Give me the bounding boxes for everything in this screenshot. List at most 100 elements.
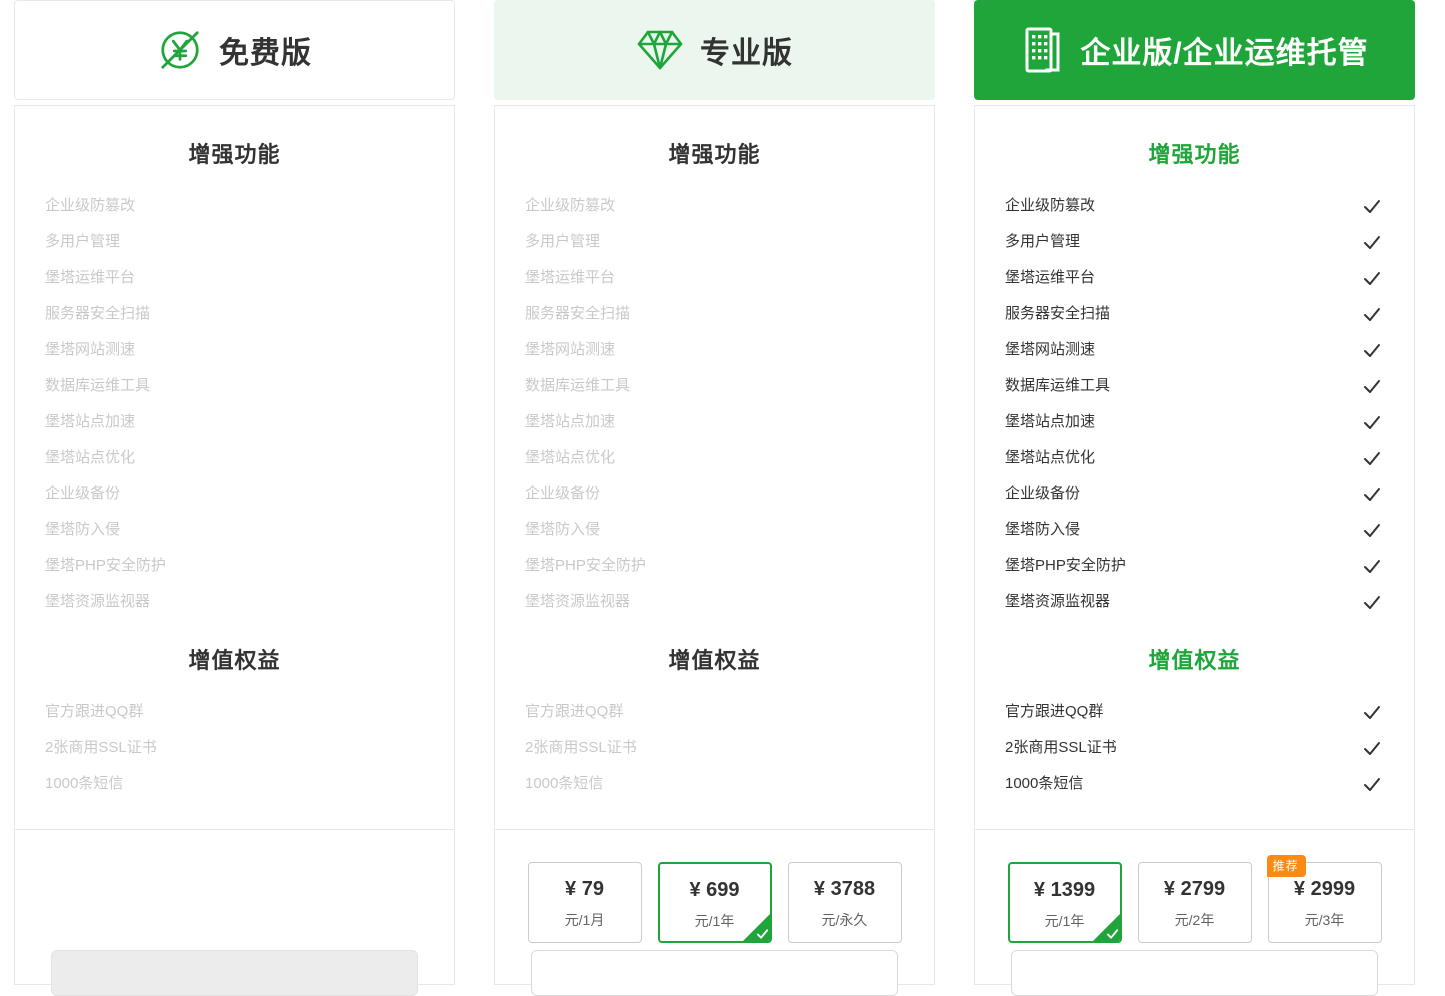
buy-button-cutoff[interactable] [1011,950,1378,996]
feature-item: 堡塔运维平台 [1005,260,1384,296]
feature-item: 堡塔站点加速 [1005,404,1384,440]
benefit-item: 1000条短信 [45,775,124,792]
price-amount: ¥ 2999 [1293,878,1356,900]
plan-header-enterprise: 企业版/企业运维托管 [974,0,1415,100]
feature-item: 堡塔运维平台 [45,269,136,286]
features-area: 增强功能 企业级防篡改 多用户管理 堡塔运维平台 服务器安全扫描 堡塔网站测速 … [975,106,1414,830]
features-area: 增强功能 企业级防篡改 多用户管理 堡塔运维平台 服务器安全扫描 堡塔网站测速 … [495,106,934,830]
features-area: 增强功能 企业级防篡改 多用户管理 堡塔运维平台 服务器安全扫描 堡塔网站测速 … [15,106,454,830]
feature-list: 企业级防篡改 多用户管理 堡塔运维平台 服务器安全扫描 堡塔网站测速 数据库运维… [975,188,1414,620]
feature-item: 多用户管理 [525,233,601,250]
price-amount: ¥ 3788 [813,878,876,900]
benefit-item: 1000条短信 [1005,766,1384,802]
check-icon [1364,706,1380,719]
feature-item: 堡塔PHP安全防护 [1005,548,1384,584]
feature-item: 数据库运维工具 [45,377,151,394]
plan-body-pro: 增强功能 企业级防篡改 多用户管理 堡塔运维平台 服务器安全扫描 堡塔网站测速 … [494,105,935,996]
feature-list: 企业级防篡改 多用户管理 堡塔运维平台 服务器安全扫描 堡塔网站测速 数据库运维… [495,188,934,620]
price-area: ¥ 1399 元/1年 ¥ 2799 元/2年 推荐 ¥ 2999 元/3年 [975,830,1414,996]
feature-item: 服务器安全扫描 [45,305,151,322]
price-option[interactable]: ¥ 1399 元/1年 [1007,862,1122,943]
plan-body-enterprise: 增强功能 企业级防篡改 多用户管理 堡塔运维平台 服务器安全扫描 堡塔网站测速 … [974,105,1415,996]
plan-header-free: 免费版 [14,0,455,100]
section-title-features: 增强功能 [668,142,761,167]
feature-item: 堡塔资源监视器 [525,593,631,610]
plan-title: 企业版/企业运维托管 [1080,37,1369,70]
price-amount: ¥ 699 [689,879,740,901]
feature-item: 堡塔网站测速 [525,341,616,358]
buy-button-cutoff[interactable] [531,950,898,996]
buy-button-cutoff[interactable] [51,950,418,996]
section-title-features: 增强功能 [188,142,281,167]
feature-item: 堡塔防入侵 [1005,512,1384,548]
diamond-icon [637,30,683,70]
plan-column-pro: 专业版 增强功能 企业级防篡改 多用户管理 堡塔运维平台 服务器安全扫描 堡塔网… [494,0,935,996]
benefit-item: 2张商用SSL证书 [1005,730,1384,766]
check-icon [1364,272,1380,285]
plan-column-enterprise: 企业版/企业运维托管 增强功能 企业级防篡改 多用户管理 堡塔运维平台 服务器安… [974,0,1415,996]
benefit-list: 官方跟进QQ群 2张商用SSL证书 1000条短信 [15,694,454,802]
check-icon [1364,560,1380,573]
feature-item: 堡塔PHP安全防护 [525,557,646,574]
feature-item: 堡塔站点优化 [1005,440,1384,476]
check-icon [1364,488,1380,501]
feature-item: 堡塔运维平台 [525,269,616,286]
benefit-list: 官方跟进QQ群 2张商用SSL证书 1000条短信 [495,694,934,802]
feature-item: 企业级防篡改 [45,197,136,214]
section-title-features: 增强功能 [1148,142,1241,167]
benefit-list: 官方跟进QQ群 2张商用SSL证书 1000条短信 [975,694,1414,802]
feature-item: 堡塔站点加速 [45,413,136,430]
plan-body-free: 增强功能 企业级防篡改 多用户管理 堡塔运维平台 服务器安全扫描 堡塔网站测速 … [14,105,455,996]
price-unit: 元/3年 [1304,912,1345,928]
price-area [15,830,454,996]
feature-item: 企业级备份 [45,485,121,502]
check-icon [1364,778,1380,791]
feature-item: 堡塔站点优化 [525,449,616,466]
feature-item: 堡塔资源监视器 [45,593,151,610]
check-icon [1364,236,1380,249]
price-option[interactable]: 推荐 ¥ 2999 元/3年 [1266,855,1382,943]
building-icon [1025,27,1060,73]
plan-column-free: 免费版 增强功能 企业级防篡改 多用户管理 堡塔运维平台 服务器安全扫描 堡塔网… [14,0,455,996]
benefit-item: 2张商用SSL证书 [525,739,637,756]
price-area: ¥ 79 元/1月 ¥ 699 元/1年 ¥ 3788 元/永久 [495,830,934,996]
benefit-item: 官方跟进QQ群 [525,703,624,720]
price-option[interactable]: ¥ 699 元/1年 [657,862,772,943]
feature-item: 堡塔资源监视器 [1005,584,1384,620]
check-icon [1364,524,1380,537]
price-option[interactable]: ¥ 79 元/1月 [527,862,642,943]
feature-item: 堡塔站点加速 [525,413,616,430]
price-unit: 元/1年 [694,913,735,929]
free-no-money-icon [161,31,199,69]
feature-item: 企业级防篡改 [1005,188,1384,224]
check-icon [1364,308,1380,321]
price-amount: ¥ 1399 [1033,879,1096,901]
feature-item: 堡塔站点优化 [45,449,136,466]
check-icon [1364,742,1380,755]
feature-item: 多用户管理 [1005,224,1384,260]
plan-title: 专业版 [700,37,793,70]
section-title-benefits: 增值权益 [188,648,281,673]
benefit-item: 官方跟进QQ群 [45,703,144,720]
feature-item: 多用户管理 [45,233,121,250]
benefit-item: 2张商用SSL证书 [45,739,157,756]
check-icon [1364,200,1380,213]
feature-item: 堡塔PHP安全防护 [45,557,166,574]
benefit-item: 官方跟进QQ群 [1005,694,1384,730]
benefit-item: 1000条短信 [525,775,604,792]
check-icon [1364,380,1380,393]
feature-item: 企业级备份 [1005,476,1384,512]
feature-item: 堡塔网站测速 [1005,332,1384,368]
price-unit: 元/1月 [564,912,605,928]
feature-item: 数据库运维工具 [1005,368,1384,404]
check-icon [1364,452,1380,465]
price-unit: 元/2年 [1174,912,1215,928]
plan-header-pro: 专业版 [494,0,935,100]
check-icon [1364,344,1380,357]
price-option[interactable]: ¥ 3788 元/永久 [787,862,902,943]
feature-item: 堡塔防入侵 [525,521,601,538]
price-option[interactable]: ¥ 2799 元/2年 [1137,862,1252,943]
feature-item: 堡塔网站测速 [45,341,136,358]
recommend-badge: 推荐 [1266,855,1306,877]
check-icon [1364,596,1380,609]
